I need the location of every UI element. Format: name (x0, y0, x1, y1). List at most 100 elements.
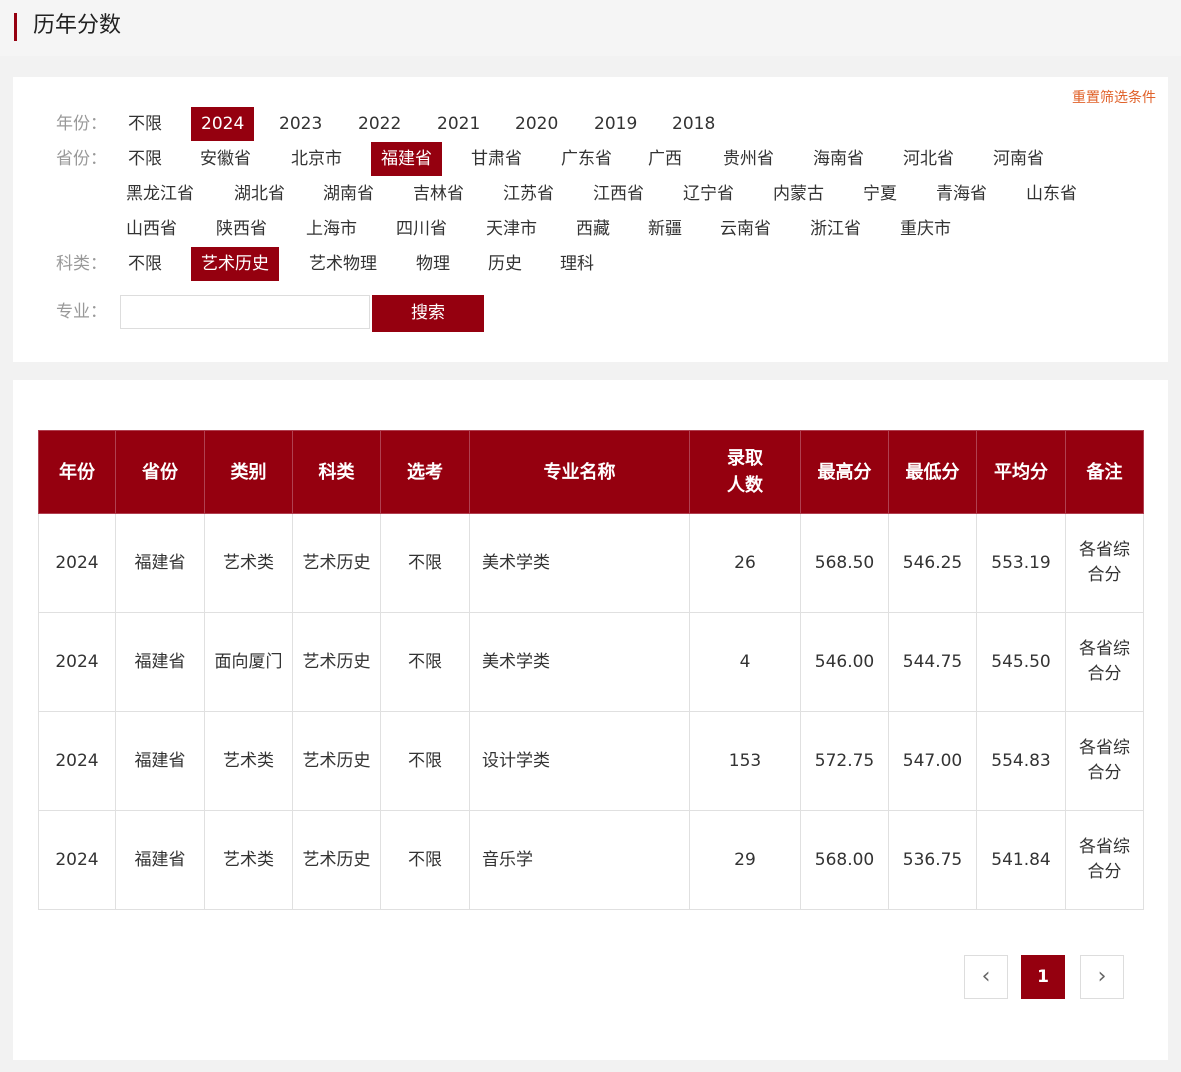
province-option[interactable]: 云南省 (710, 212, 781, 246)
table-cell: 2024 (38, 612, 116, 712)
province-option[interactable]: 贵州省 (713, 142, 784, 176)
table-cell: 572.75 (800, 711, 889, 811)
table-cell: 153 (689, 711, 801, 811)
table-cell: 福建省 (115, 810, 205, 910)
table-cell: 546.25 (888, 513, 977, 613)
table-cell: 各省综合分 (1065, 711, 1144, 811)
province-option[interactable]: 广东省 (551, 142, 622, 176)
province-option[interactable]: 福建省 (371, 142, 442, 176)
table-cell: 2024 (38, 711, 116, 811)
subject-option[interactable]: 历史 (478, 247, 532, 281)
table-cell: 福建省 (115, 711, 205, 811)
province-option[interactable]: 湖北省 (224, 177, 295, 211)
province-option[interactable]: 海南省 (803, 142, 874, 176)
table-cell: 29 (689, 810, 801, 910)
subject-option[interactable]: 艺术物理 (299, 247, 387, 281)
province-option[interactable]: 四川省 (386, 212, 457, 246)
table-cell: 546.00 (800, 612, 889, 712)
province-option[interactable]: 江西省 (583, 177, 654, 211)
province-option[interactable]: 浙江省 (800, 212, 871, 246)
province-option[interactable]: 辽宁省 (673, 177, 744, 211)
year-option[interactable]: 2021 (427, 107, 490, 141)
province-label: 省份： (56, 149, 107, 169)
table-cell: 2024 (38, 810, 116, 910)
table-cell: 面向厦门 (204, 612, 293, 712)
table-cell: 设计学类 (469, 711, 690, 811)
province-option[interactable]: 河南省 (983, 142, 1054, 176)
subject-option[interactable]: 物理 (406, 247, 460, 281)
province-option[interactable]: 重庆市 (890, 212, 961, 246)
year-option[interactable]: 2023 (269, 107, 332, 141)
title-accent-bar (14, 13, 17, 41)
province-option[interactable]: 北京市 (281, 142, 352, 176)
table-cell: 不限 (380, 513, 470, 613)
table-row: 2024 福建省 艺术类 艺术历史 不限 美术学类 26 568.50 546.25 553.19… (38, 513, 1144, 613)
province-option[interactable]: 不限 (118, 142, 172, 176)
column-header: 科类 (292, 430, 381, 514)
reset-filters-link[interactable]: 重置筛选条件 (1072, 87, 1156, 107)
table-cell: 不限 (380, 711, 470, 811)
province-option[interactable]: 山东省 (1016, 177, 1087, 211)
column-header: 省份 (115, 430, 205, 514)
subject-option[interactable]: 理科 (550, 247, 604, 281)
table-cell: 568.50 (800, 513, 889, 613)
province-option[interactable]: 河北省 (893, 142, 964, 176)
column-header: 最高分 (800, 430, 889, 514)
year-option[interactable]: 2024 (191, 107, 255, 141)
table-cell: 553.19 (976, 513, 1066, 613)
column-header: 备注 (1065, 430, 1144, 514)
province-option[interactable]: 江苏省 (493, 177, 564, 211)
table-cell: 554.83 (976, 711, 1066, 811)
province-option[interactable]: 西藏 (566, 212, 620, 246)
year-option[interactable]: 2020 (505, 107, 568, 141)
table-cell: 547.00 (888, 711, 977, 811)
province-option[interactable]: 新疆 (638, 212, 692, 246)
year-option[interactable]: 2019 (584, 107, 647, 141)
province-option[interactable]: 陕西省 (206, 212, 277, 246)
table-cell: 26 (689, 513, 801, 613)
table-row: 2024 福建省 艺术类 艺术历史 不限 设计学类 153 572.75 547.00 554.8… (38, 711, 1144, 811)
province-option[interactable]: 内蒙古 (763, 177, 834, 211)
province-option[interactable]: 广西 (638, 142, 692, 176)
province-option[interactable]: 湖南省 (313, 177, 384, 211)
table-cell: 福建省 (115, 513, 205, 613)
subject-option[interactable]: 艺术历史 (191, 247, 279, 281)
page-number-button[interactable]: 1 (1021, 955, 1065, 999)
table-cell: 545.50 (976, 612, 1066, 712)
province-option[interactable]: 甘肃省 (461, 142, 532, 176)
column-header: 类别 (204, 430, 293, 514)
table-cell: 不限 (380, 810, 470, 910)
province-option[interactable]: 安徽省 (190, 142, 261, 176)
year-option[interactable]: 不限 (118, 107, 172, 141)
province-option[interactable]: 青海省 (926, 177, 997, 211)
page-header: 历年分数 (0, 0, 1181, 56)
year-option[interactable]: 2022 (348, 107, 411, 141)
year-option[interactable]: 2018 (662, 107, 725, 141)
table-cell: 4 (689, 612, 801, 712)
search-button[interactable]: 搜索 (372, 295, 484, 332)
table-cell: 568.00 (800, 810, 889, 910)
column-header: 年份 (38, 430, 116, 514)
major-label: 专业： (56, 302, 107, 322)
province-option[interactable]: 上海市 (296, 212, 367, 246)
province-option[interactable]: 山西省 (116, 212, 187, 246)
next-page-button[interactable]: › (1080, 955, 1124, 999)
prev-page-button[interactable]: ‹ (964, 955, 1008, 999)
subject-option[interactable]: 不限 (118, 247, 172, 281)
major-search-input[interactable] (120, 295, 370, 329)
province-option[interactable]: 宁夏 (853, 177, 907, 211)
table-cell: 各省综合分 (1065, 612, 1144, 712)
table-cell: 544.75 (888, 612, 977, 712)
province-option[interactable]: 黑龙江省 (116, 177, 204, 211)
table-row: 2024 福建省 艺术类 艺术历史 不限 音乐学 29 568.00 536.75 541.84 各… (38, 810, 1144, 910)
table-cell: 艺术历史 (292, 810, 381, 910)
province-option[interactable]: 天津市 (476, 212, 547, 246)
table-cell: 541.84 (976, 810, 1066, 910)
province-option[interactable]: 吉林省 (403, 177, 474, 211)
table-cell: 艺术历史 (292, 612, 381, 712)
scores-table: 年份 省份 类别 科类 选考 专业名称 录取 人数 最高分 最低分 平均分 备注 2024 福建省 艺术… (38, 430, 1144, 910)
column-header: 选考 (380, 430, 470, 514)
table-cell: 美术学类 (469, 612, 690, 712)
filter-panel: 重置筛选条件 年份： 不限 2024 2023 2022 2021 2020 2019 201… (13, 77, 1168, 362)
table-cell: 音乐学 (469, 810, 690, 910)
